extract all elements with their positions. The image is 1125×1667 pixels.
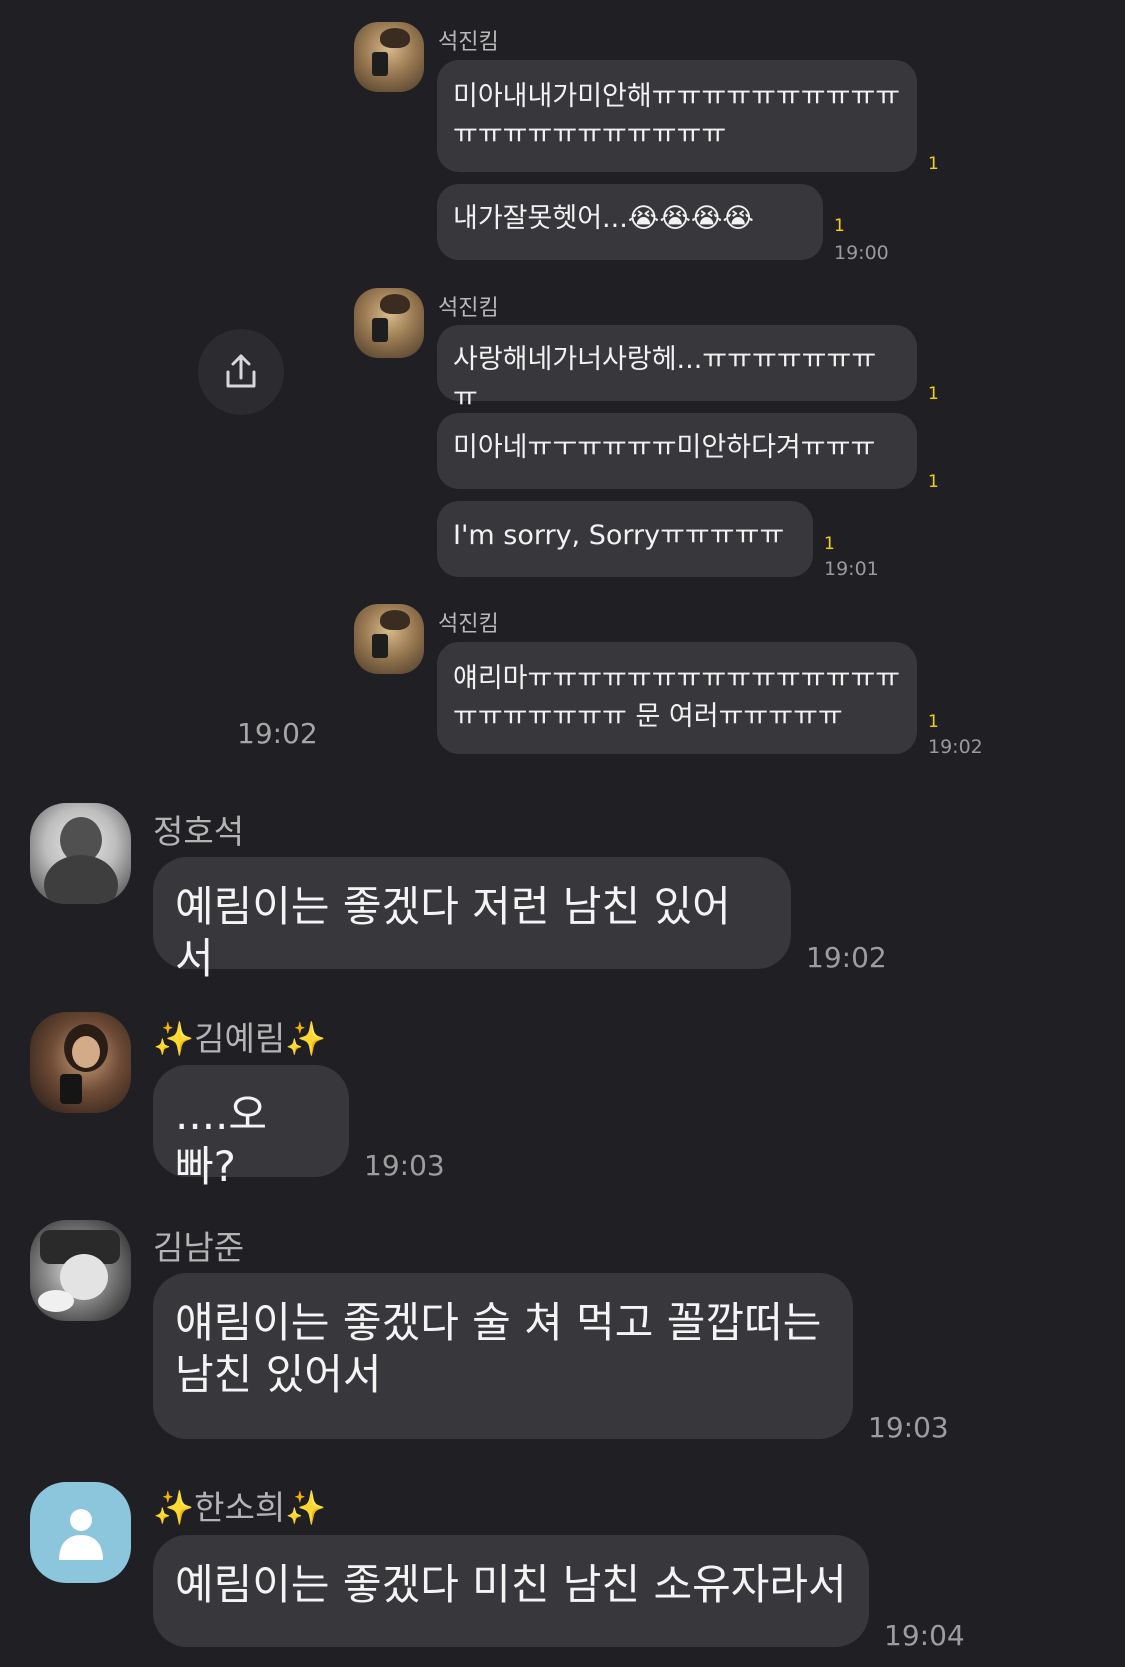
sparkle-icon: ✨ [285, 1019, 327, 1058]
message-bubble[interactable]: 예림이는 좋겠다 저런 남친 있어서 [153, 857, 791, 983]
sender-avatar[interactable] [354, 288, 424, 358]
message-time: 19:00 [834, 242, 889, 264]
unread-count: 1 [834, 216, 845, 236]
sender-name: 김남준 [153, 1228, 245, 1267]
message-time: 19:03 [868, 1411, 949, 1444]
message-time: 19:02 [928, 736, 983, 758]
message-bubble[interactable]: 내가잘못헷어...😭😭😭😭 [437, 184, 823, 260]
message-bubble[interactable]: 얘리마ㅠㅠㅠㅠㅠㅠㅠㅠㅠㅠㅠㅠㅠㅠㅠㅠㅠㅠㅠㅠㅠㅠ 문 여러ㅠㅠㅠㅠㅠ [437, 642, 917, 754]
forwarded-chat-block: 석진킴 미아내내가미안해ㅠㅠㅠㅠㅠㅠㅠㅠㅠㅠㅠㅠㅠㅠㅠㅠㅠㅠㅠㅠㅠ 1 내가잘못… [0, 0, 1060, 765]
avatar-hoseok[interactable] [30, 803, 131, 904]
share-button[interactable] [198, 329, 284, 415]
message-bubble[interactable]: ....오빠? [153, 1065, 349, 1191]
message-bubble[interactable]: 미아내내가미안해ㅠㅠㅠㅠㅠㅠㅠㅠㅠㅠㅠㅠㅠㅠㅠㅠㅠㅠㅠㅠㅠ [437, 60, 917, 172]
sender-name-line: ✨한소희✨ [153, 1481, 326, 1529]
default-profile-icon [59, 1509, 103, 1560]
message-time: 19:04 [884, 1619, 965, 1652]
sender-name: 한소희 [194, 1488, 286, 1527]
sender-name: 석진킴 [438, 30, 499, 55]
sender-name: 김예림 [194, 1019, 286, 1058]
avatar-yerim[interactable] [30, 1012, 131, 1113]
unread-count: 1 [928, 472, 939, 492]
forwarded-time: 19:02 [237, 717, 318, 750]
message-bubble[interactable]: 미아네ㅠㅜㅠㅠㅠㅠ미안하다겨ㅠㅠㅠ [437, 413, 917, 489]
sender-avatar[interactable] [354, 604, 424, 674]
sparkle-icon: ✨ [153, 1488, 195, 1527]
sender-name-line: ✨김예림✨ [153, 1012, 326, 1060]
unread-count: 1 [824, 534, 835, 554]
sender-name: 석진킴 [438, 612, 499, 637]
share-icon [226, 354, 256, 388]
unread-count: 1 [928, 712, 939, 732]
sender-name: 정호석 [153, 812, 245, 851]
message-time: 19:02 [806, 941, 887, 974]
sender-avatar[interactable] [354, 22, 424, 92]
avatar-namjoon[interactable] [30, 1220, 131, 1321]
avatar-sohee[interactable] [30, 1482, 131, 1583]
sender-name: 석진킴 [438, 296, 499, 321]
message-time: 19:01 [824, 558, 879, 580]
sparkle-icon: ✨ [153, 1019, 195, 1058]
unread-count: 1 [928, 154, 939, 174]
sparkle-icon: ✨ [285, 1488, 327, 1527]
message-bubble[interactable]: 예림이는 좋겠다 미친 남친 소유자라서 [153, 1535, 869, 1647]
message-bubble[interactable]: I'm sorry, Sorryㅠㅠㅠㅠㅠ [437, 501, 813, 577]
message-time: 19:03 [364, 1149, 445, 1182]
unread-count: 1 [928, 384, 939, 404]
message-bubble[interactable]: 얘림이는 좋겠다 술 쳐 먹고 꼴깝떠는 남친 있어서 [153, 1273, 853, 1439]
message-bubble[interactable]: 사랑해네가너사랑헤...ㅠㅠㅠㅠㅠㅠㅠㅠ [437, 325, 917, 413]
